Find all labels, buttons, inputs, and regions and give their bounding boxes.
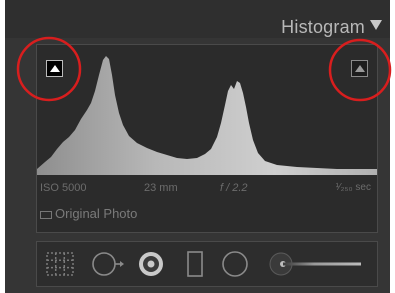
triangle-down-icon[interactable]	[370, 20, 382, 30]
original-photo-toggle[interactable]: Original Photo	[40, 206, 137, 222]
panel-title: Histogram	[281, 17, 365, 37]
tool-strip	[36, 241, 378, 287]
radial-filter-icon[interactable]	[221, 250, 249, 278]
histogram-curve	[37, 56, 377, 175]
triangle-up-icon	[50, 65, 60, 72]
shutter-speed-value: ¹⁄₂₅₀ sec	[335, 182, 371, 193]
adjustment-brush-icon[interactable]	[267, 250, 367, 278]
histogram-graph	[37, 56, 377, 175]
camera-info-row: ISO 5000 23 mm f / 2.2 ¹⁄₂₅₀ sec	[37, 182, 377, 200]
aperture-value: f / 2.2	[220, 182, 248, 194]
red-eye-icon[interactable]	[137, 250, 165, 278]
original-photo-checkbox[interactable]	[40, 211, 52, 219]
spot-removal-icon[interactable]	[91, 250, 127, 278]
triangle-up-icon	[355, 65, 365, 72]
highlight-clipping-button[interactable]	[351, 60, 368, 77]
histogram-display: ISO 5000 23 mm f / 2.2 ¹⁄₂₅₀ sec Origina…	[36, 44, 378, 233]
graduated-filter-icon[interactable]	[183, 250, 207, 278]
crop-overlay-icon[interactable]	[45, 250, 75, 278]
original-photo-label: Original Photo	[55, 206, 138, 221]
histogram-panel: Histogram ISO 5000 23 mm f / 2.2 ¹⁄₂₅₀ s…	[5, 0, 390, 293]
shadow-clipping-button[interactable]	[46, 60, 63, 77]
iso-value: ISO 5000	[40, 182, 87, 194]
focal-length-value: 23 mm	[144, 182, 178, 194]
panel-header[interactable]: Histogram	[5, 0, 390, 38]
